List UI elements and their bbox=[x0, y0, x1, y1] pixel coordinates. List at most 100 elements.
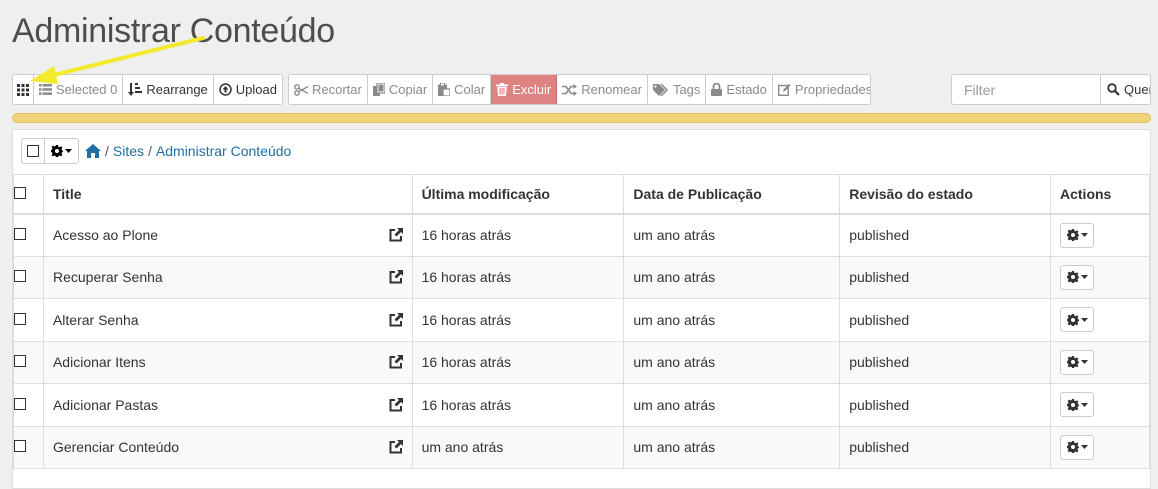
external-link-icon[interactable] bbox=[389, 270, 403, 284]
row-actions-button[interactable] bbox=[1060, 349, 1094, 375]
gear-icon bbox=[51, 145, 63, 157]
bulk-actions-menu[interactable] bbox=[45, 139, 78, 163]
rearrange-button[interactable]: Rearrange bbox=[123, 75, 214, 104]
row-actions-button[interactable] bbox=[1060, 307, 1094, 333]
paste-button[interactable]: Colar bbox=[433, 75, 492, 104]
content-panel: / Sites / Administrar Conteúdo Title Últ… bbox=[12, 129, 1151, 489]
breadcrumb-current[interactable]: Administrar Conteúdo bbox=[156, 143, 291, 159]
properties-label: Propriedades bbox=[794, 82, 871, 97]
rename-button[interactable]: Renomear bbox=[557, 75, 648, 104]
upload-label: Upload bbox=[235, 82, 277, 97]
table-row[interactable]: Adicionar Pastas 16 horas atrás um ano atr… bbox=[13, 383, 1150, 427]
row-actions-cell bbox=[1050, 255, 1150, 299]
row-title-cell: Recuperar Senha bbox=[42, 255, 413, 299]
row-actions-button[interactable] bbox=[1060, 222, 1094, 248]
delete-label: Excluir bbox=[512, 82, 552, 97]
external-link-icon[interactable] bbox=[389, 312, 403, 327]
properties-button[interactable]: Propriedades bbox=[772, 75, 871, 104]
row-title-cell: Adicionar Itens bbox=[42, 340, 413, 384]
row-modified: 16 horas atrás bbox=[411, 383, 625, 427]
trash-icon bbox=[496, 83, 509, 96]
state-button[interactable]: Estado bbox=[706, 75, 773, 104]
select-all-checkbox-wrap[interactable] bbox=[22, 139, 45, 163]
row-published: um ano atrás bbox=[623, 255, 841, 299]
row-published: um ano atrás bbox=[623, 383, 841, 427]
row-state: published bbox=[839, 213, 1051, 257]
selected-button[interactable]: Selected 0 bbox=[33, 75, 124, 104]
selected-label: Selected 0 bbox=[55, 82, 118, 97]
row-modified: 16 horas atrás bbox=[411, 340, 625, 384]
row-actions-button[interactable] bbox=[1060, 434, 1094, 460]
gear-icon bbox=[1066, 313, 1079, 326]
filter-input[interactable] bbox=[952, 75, 1101, 104]
paste-icon bbox=[438, 83, 451, 96]
header-title[interactable]: Title bbox=[42, 174, 413, 215]
row-title[interactable]: Alterar Senha bbox=[53, 312, 139, 328]
edit-icon bbox=[777, 84, 791, 96]
row-checkbox[interactable] bbox=[14, 228, 26, 240]
external-link-icon[interactable] bbox=[389, 228, 403, 242]
select-all-group bbox=[21, 138, 79, 164]
shuffle-icon bbox=[562, 83, 578, 96]
row-modified: um ano atrás bbox=[411, 425, 625, 469]
header-state[interactable]: Revisão do estado bbox=[839, 174, 1051, 215]
row-published: um ano atrás bbox=[623, 298, 841, 342]
upload-button[interactable]: Upload bbox=[213, 75, 282, 104]
table-row[interactable]: Acesso ao Plone 16 horas atrás um ano atrá… bbox=[13, 213, 1150, 257]
header-published[interactable]: Data de Publicação bbox=[623, 174, 841, 215]
row-checkbox[interactable] bbox=[14, 355, 26, 368]
toolbar-group-main: Selected 0 Rearrange Upload bbox=[12, 74, 283, 105]
row-title-cell: Acesso ao Plone bbox=[42, 213, 413, 257]
select-all-checkbox[interactable] bbox=[27, 145, 39, 157]
copy-button[interactable]: Copiar bbox=[367, 75, 434, 104]
external-link-icon[interactable] bbox=[389, 397, 403, 412]
content-table: Title Última modificação Data de Publica… bbox=[13, 174, 1150, 469]
row-published: um ano atrás bbox=[623, 213, 841, 257]
header-modified[interactable]: Última modificação bbox=[411, 174, 625, 215]
row-title-cell: Alterar Senha bbox=[42, 298, 413, 342]
external-link-icon[interactable] bbox=[389, 440, 403, 454]
row-checkbox-cell bbox=[13, 383, 44, 427]
breadcrumb-separator: / bbox=[148, 143, 152, 159]
row-checkbox-cell bbox=[13, 340, 44, 384]
row-checkbox[interactable] bbox=[14, 312, 26, 325]
grid-icon bbox=[16, 83, 29, 96]
row-title[interactable]: Recuperar Senha bbox=[53, 269, 163, 285]
header-checkbox[interactable] bbox=[14, 186, 26, 199]
table-row[interactable]: Alterar Senha 16 horas atrás um ano atrás p… bbox=[13, 298, 1150, 342]
cut-button[interactable]: Recortar bbox=[289, 75, 368, 104]
toolbar-group-actions: Recortar Copiar Colar Excluir Renomear T… bbox=[288, 74, 871, 105]
filter-group: Query bbox=[951, 74, 1151, 105]
row-title[interactable]: Gerenciar Conteúdo bbox=[53, 439, 179, 455]
table-row[interactable]: Recuperar Senha 16 horas atrás um ano atrá… bbox=[13, 255, 1150, 299]
row-actions-cell bbox=[1050, 425, 1150, 469]
row-actions-button[interactable] bbox=[1060, 392, 1094, 418]
row-checkbox[interactable] bbox=[14, 397, 26, 410]
row-title[interactable]: Acesso ao Plone bbox=[53, 227, 158, 243]
header-checkbox-cell bbox=[13, 174, 44, 215]
row-actions-cell bbox=[1050, 383, 1150, 427]
delete-button[interactable]: Excluir bbox=[491, 75, 558, 104]
row-checkbox-cell bbox=[13, 298, 44, 342]
row-checkbox[interactable] bbox=[14, 440, 26, 453]
home-icon[interactable] bbox=[85, 144, 101, 158]
external-link-icon[interactable] bbox=[389, 355, 403, 369]
row-modified: 16 horas atrás bbox=[411, 298, 625, 342]
tags-label: Tags bbox=[672, 82, 701, 97]
tags-button[interactable]: Tags bbox=[647, 75, 707, 104]
progress-bar bbox=[12, 113, 1151, 123]
row-title[interactable]: Adicionar Itens bbox=[53, 354, 146, 370]
cut-label: Recortar bbox=[312, 82, 362, 97]
query-label: Query bbox=[1124, 82, 1150, 97]
table-row[interactable]: Adicionar Itens 16 horas atrás um ano atrá… bbox=[13, 340, 1150, 384]
breadcrumb-sites[interactable]: Sites bbox=[113, 143, 144, 159]
row-checkbox[interactable] bbox=[14, 270, 26, 283]
grid-toggle-button[interactable] bbox=[13, 75, 34, 104]
table-header-row: Title Última modificação Data de Publica… bbox=[13, 174, 1150, 215]
table-row[interactable]: Gerenciar Conteúdo um ano atrás um ano atr… bbox=[13, 425, 1150, 469]
sort-icon bbox=[128, 83, 143, 96]
row-title[interactable]: Adicionar Pastas bbox=[53, 397, 158, 413]
row-actions-button[interactable] bbox=[1060, 264, 1094, 290]
query-button[interactable]: Query bbox=[1101, 75, 1150, 104]
gear-icon bbox=[1066, 441, 1079, 454]
